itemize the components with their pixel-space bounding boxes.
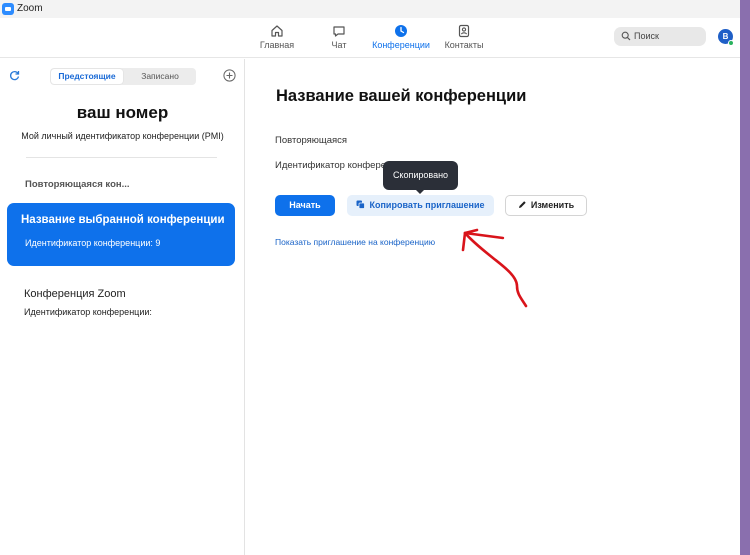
recurring-section-header: Повторяющаяся кон... (25, 179, 130, 190)
selected-meeting-item[interactable]: Название выбранной конференции Идентифик… (7, 203, 235, 266)
divider (26, 157, 217, 158)
contacts-icon (458, 24, 470, 38)
meetings-list-panel: Предстоящие Записано ваш номер Мой личны… (0, 59, 245, 555)
recurring-label: Повторяющаяся (275, 135, 348, 146)
nav-meetings-label: Конференции (372, 40, 430, 50)
nav-contacts-label: Контакты (444, 40, 484, 50)
window-title: Zoom (17, 3, 43, 14)
list-item-id: Идентификатор конференции: (24, 307, 152, 317)
tooltip-arrow (415, 189, 425, 194)
tab-recorded[interactable]: Записано (124, 68, 196, 85)
nav-home[interactable]: Главная (245, 24, 309, 50)
nav-chat[interactable]: Чат (307, 24, 371, 50)
list-item-title: Конференция Zoom (24, 288, 126, 300)
show-invitation-link[interactable]: Показать приглашение на конференцию (275, 237, 435, 247)
search-placeholder: Поиск (634, 31, 659, 41)
edit-label: Изменить (530, 200, 575, 210)
annotation-arrow-icon (461, 228, 528, 308)
zoom-logo-icon (2, 3, 14, 15)
tab-upcoming[interactable]: Предстоящие (51, 69, 123, 84)
refresh-icon[interactable] (9, 70, 20, 81)
nav-home-label: Главная (259, 40, 295, 50)
chat-icon (333, 26, 345, 37)
copy-invitation-label: Копировать приглашение (369, 200, 485, 210)
edit-button[interactable]: Изменить (505, 195, 587, 216)
search-input[interactable]: Поиск (614, 27, 706, 46)
meeting-id-label: Идентификатор конфере (275, 160, 387, 171)
home-icon (271, 25, 283, 37)
pencil-icon (518, 201, 526, 209)
nav-chat-label: Чат (331, 40, 347, 50)
online-status-indicator (728, 40, 734, 46)
nav-contacts[interactable]: Контакты (432, 24, 496, 50)
copy-icon (356, 200, 366, 210)
title-bar: Zoom (0, 0, 740, 18)
top-nav-bar: Главная Чат Конференции Контакты Поиск В (0, 18, 740, 58)
meetings-tab-switch: Предстоящие Записано (50, 68, 196, 85)
selected-meeting-id: Идентификатор конференции: 9 (25, 238, 161, 248)
add-meeting-icon[interactable] (223, 69, 236, 82)
list-item[interactable]: Конференция Zoom Идентификатор конференц… (0, 279, 245, 329)
search-icon (621, 31, 631, 41)
copy-invitation-button[interactable]: Копировать приглашение (347, 195, 494, 216)
zoom-window: Zoom Главная Чат Конференции Контакты По… (0, 0, 740, 555)
start-button[interactable]: Начать (275, 195, 335, 216)
clock-icon (395, 25, 407, 37)
meeting-title: Название вашей конференции (276, 87, 527, 105)
selected-meeting-title: Название выбранной конференции (21, 214, 225, 226)
nav-meetings[interactable]: Конференции (369, 24, 433, 50)
pmi-label: Мой личный идентификатор конференции (PM… (21, 131, 224, 141)
copied-tooltip: Скопировано (383, 161, 458, 190)
pmi-number: ваш номер (76, 103, 169, 122)
